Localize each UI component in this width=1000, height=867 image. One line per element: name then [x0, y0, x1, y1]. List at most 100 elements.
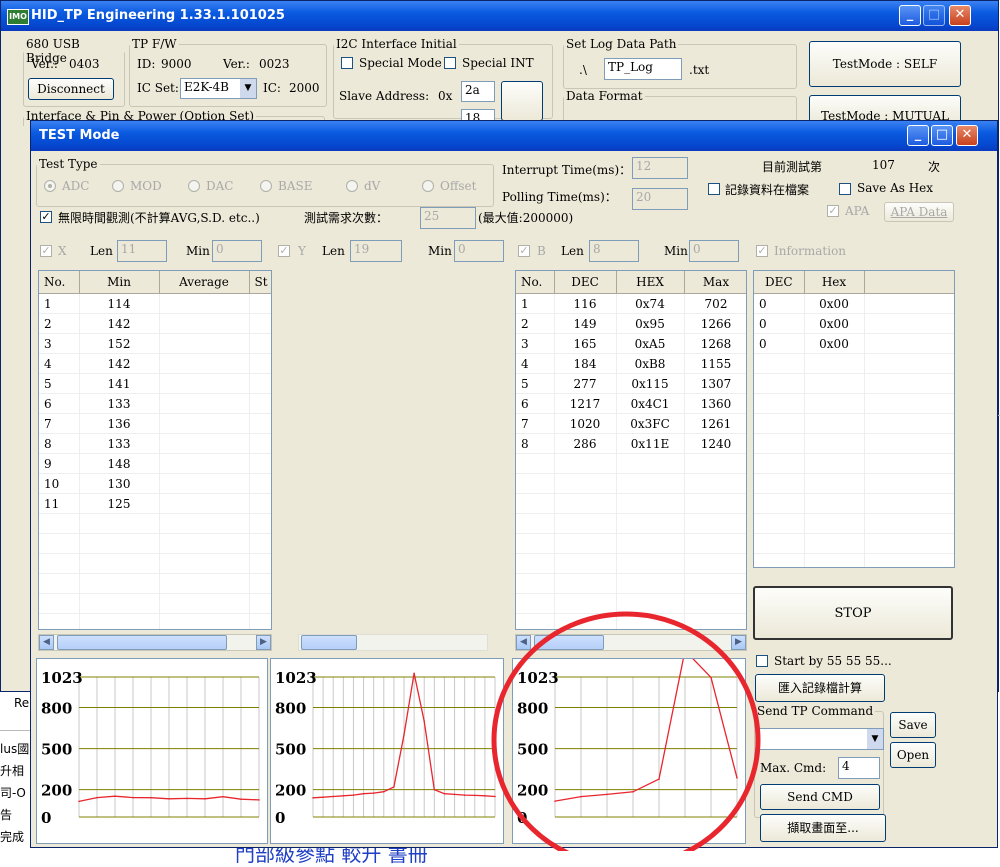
- x-table-row[interactable]: 8 133: [39, 433, 271, 454]
- test-mode-titlebar[interactable]: TEST Mode _ □ ✕: [31, 121, 997, 151]
- x-col-no[interactable]: No.: [39, 271, 80, 294]
- scroll-left-icon[interactable]: ◀: [39, 635, 54, 650]
- i2c-side-button[interactable]: [501, 81, 543, 121]
- x-table-row[interactable]: 11 125: [39, 493, 271, 514]
- info-table-row[interactable]: [754, 393, 954, 414]
- y-scrollbar[interactable]: [298, 634, 488, 651]
- scroll-right-icon[interactable]: ▶: [256, 635, 271, 650]
- b-table-row[interactable]: 7 1020 0x3FC 1261: [516, 413, 746, 434]
- b-col-dec[interactable]: DEC: [554, 271, 617, 294]
- b-table-row[interactable]: [516, 533, 746, 554]
- b-table-row[interactable]: 3 165 0xA5 1268: [516, 333, 746, 354]
- x-col-average[interactable]: Average: [159, 271, 250, 294]
- x-col-st[interactable]: St: [249, 271, 271, 294]
- info-table-row[interactable]: [754, 353, 954, 374]
- x-checkbox[interactable]: ✓: [40, 245, 52, 257]
- info-table-row[interactable]: 0 0x00: [754, 293, 954, 314]
- save-as-hex-checkbox[interactable]: [839, 183, 851, 195]
- close-icon[interactable]: ✕: [949, 5, 971, 26]
- max-cmd-input[interactable]: 4: [838, 757, 880, 779]
- x-table-row[interactable]: 9 148: [39, 453, 271, 474]
- info-table-row[interactable]: [754, 493, 954, 514]
- minimize-icon[interactable]: _: [907, 125, 929, 146]
- b-table-row[interactable]: [516, 553, 746, 574]
- interrupt-time-input[interactable]: 12: [632, 157, 688, 179]
- b-table-row[interactable]: 8 286 0x11E 1240: [516, 433, 746, 454]
- slave-address-input[interactable]: 2a: [461, 81, 495, 102]
- main-titlebar[interactable]: IMO HID_TP Engineering 1.33.1.101025 _ □…: [1, 1, 998, 31]
- b-table-row[interactable]: 1 116 0x74 702: [516, 293, 746, 314]
- info-table-row[interactable]: 0 0x00: [754, 313, 954, 334]
- disconnect-button[interactable]: Disconnect: [28, 78, 114, 100]
- special-int-checkbox[interactable]: [444, 57, 456, 69]
- testmode-self-button[interactable]: TestMode : SELF: [809, 41, 961, 87]
- x-table-row[interactable]: [39, 553, 271, 574]
- info-col-dec[interactable]: DEC: [754, 271, 805, 294]
- y-len-input[interactable]: 19: [350, 240, 402, 262]
- polling-time-input[interactable]: 20: [632, 188, 688, 210]
- test-count-input[interactable]: 25: [420, 207, 476, 229]
- x-table-row[interactable]: 10 130: [39, 473, 271, 494]
- x-table-row[interactable]: [39, 513, 271, 534]
- special-mode-checkbox[interactable]: [341, 57, 353, 69]
- dv-radio[interactable]: [346, 180, 358, 192]
- information-checkbox[interactable]: ✓: [756, 245, 768, 257]
- x-table-scrollbar[interactable]: ◀ ▶: [38, 634, 272, 651]
- b-data-table[interactable]: No. DEC HEX Max 1 116 0x74 702 2 149 0x95 1266 3…: [515, 270, 747, 630]
- maximize-icon[interactable]: □: [931, 125, 953, 146]
- b-table-row[interactable]: 2 149 0x95 1266: [516, 313, 746, 334]
- base-radio[interactable]: [260, 180, 272, 192]
- b-col-no[interactable]: No.: [516, 271, 555, 294]
- unlimited-checkbox[interactable]: ✓: [40, 211, 52, 223]
- chevron-down-icon[interactable]: ▼: [867, 729, 883, 749]
- close-icon[interactable]: ✕: [956, 125, 978, 146]
- scroll-thumb[interactable]: [57, 635, 227, 650]
- info-table-row[interactable]: [754, 473, 954, 494]
- b-len-input[interactable]: 8: [589, 240, 639, 262]
- b-table-row[interactable]: 5 277 0x115 1307: [516, 373, 746, 394]
- info-table-row[interactable]: [754, 433, 954, 454]
- x-table-row[interactable]: 5 141: [39, 373, 271, 394]
- x-table-row[interactable]: 1 114: [39, 293, 271, 314]
- maximize-icon[interactable]: □: [923, 5, 945, 26]
- x-table-row[interactable]: 7 136: [39, 413, 271, 434]
- x-table-row[interactable]: 3 152: [39, 333, 271, 354]
- b-table-row[interactable]: [516, 573, 746, 594]
- b-table-row[interactable]: 4 184 0xB8 1155: [516, 353, 746, 374]
- info-col-hex[interactable]: Hex: [804, 271, 865, 294]
- x-table-row[interactable]: 6 133: [39, 393, 271, 414]
- stop-button[interactable]: STOP: [753, 586, 953, 640]
- save-button[interactable]: Save: [890, 712, 936, 738]
- info-data-table[interactable]: DEC Hex 0 0x00 0 0x00 0 0x00: [753, 270, 955, 568]
- b-table-row[interactable]: [516, 493, 746, 514]
- x-table-row[interactable]: [39, 593, 271, 614]
- x-table-row[interactable]: [39, 533, 271, 554]
- b-table-row[interactable]: [516, 453, 746, 474]
- open-button[interactable]: Open: [890, 742, 936, 768]
- x-col-min[interactable]: Min: [79, 271, 160, 294]
- b-col-hex[interactable]: HEX: [616, 271, 685, 294]
- apa-data-button[interactable]: APA Data: [884, 202, 954, 222]
- info-table-row[interactable]: [754, 533, 954, 554]
- info-table-row[interactable]: [754, 373, 954, 394]
- apa-checkbox[interactable]: ✓: [827, 205, 839, 217]
- b-table-row[interactable]: [516, 473, 746, 494]
- ic-set-select[interactable]: E2K-4B ▼: [180, 78, 257, 99]
- mod-radio[interactable]: [112, 180, 124, 192]
- log-file-input[interactable]: TP_Log: [604, 58, 682, 80]
- record-to-file-checkbox[interactable]: [708, 183, 720, 195]
- b-col-max[interactable]: Max: [684, 271, 746, 294]
- y-min-input[interactable]: 0: [454, 240, 504, 262]
- b-min-input[interactable]: 0: [689, 240, 739, 262]
- info-table-row[interactable]: [754, 513, 954, 534]
- offset-radio[interactable]: [422, 180, 434, 192]
- x-table-row[interactable]: 2 142: [39, 313, 271, 334]
- dac-radio[interactable]: [188, 180, 200, 192]
- x-min-input[interactable]: 0: [212, 240, 262, 262]
- y-checkbox[interactable]: ✓: [278, 245, 290, 257]
- minimize-icon[interactable]: _: [899, 5, 921, 26]
- b-table-row[interactable]: [516, 513, 746, 534]
- x-table-row[interactable]: [39, 573, 271, 594]
- x-table-row[interactable]: [39, 613, 271, 629]
- b-table-row[interactable]: 6 1217 0x4C1 1360: [516, 393, 746, 414]
